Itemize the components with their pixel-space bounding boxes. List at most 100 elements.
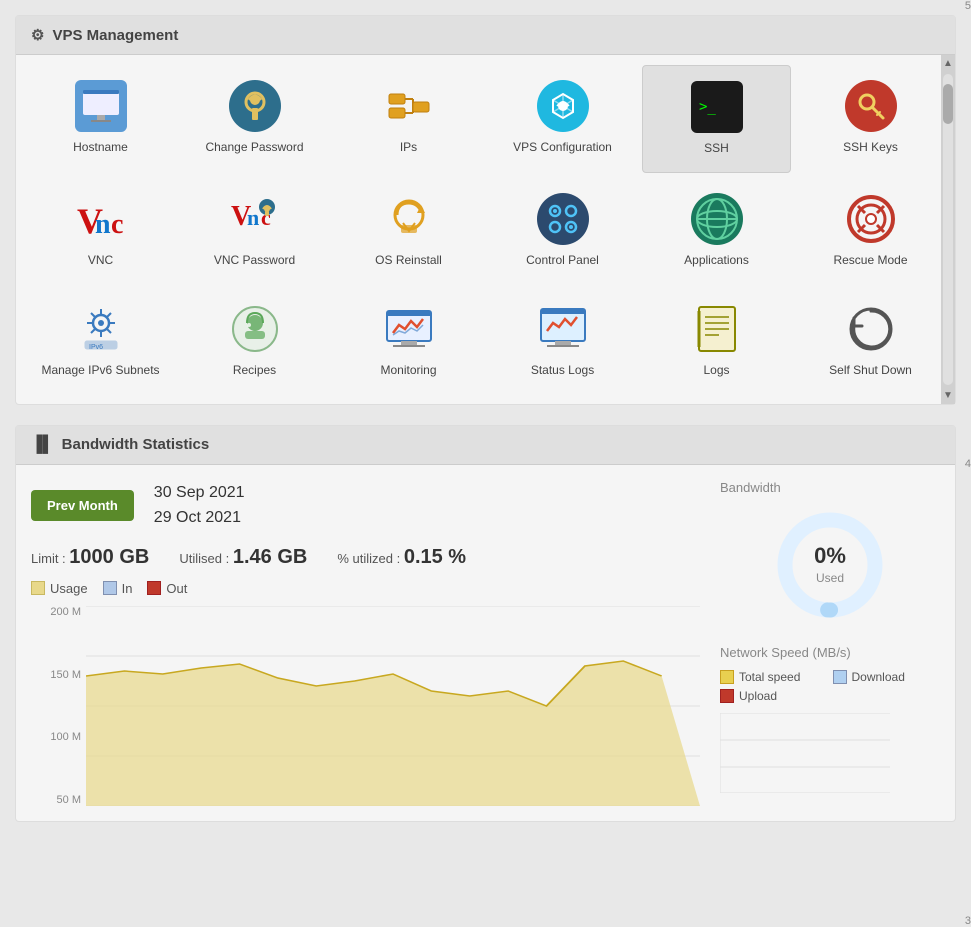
- rescue-mode-label: Rescue Mode: [833, 253, 907, 269]
- date-from: 30 Sep 2021: [154, 480, 245, 506]
- donut-percent: 0%: [814, 543, 846, 569]
- vnc-icon: V n c: [75, 193, 127, 245]
- change-password-label: Change Password: [205, 140, 303, 156]
- stats-row: Limit : 1000 GB Utilised : 1.46 GB % uti…: [31, 546, 700, 569]
- ssh-keys-label: SSH Keys: [843, 140, 898, 156]
- yaxis-150m: 150 M: [31, 669, 86, 681]
- icon-hostname[interactable]: Hostname: [26, 65, 175, 173]
- legend-in-box: [103, 581, 117, 595]
- icon-recipes[interactable]: Recipes: [180, 288, 329, 394]
- date-section: Prev Month 30 Sep 2021 29 Oct 2021: [31, 480, 700, 531]
- speed-chart-container: 5 4 3: [720, 713, 940, 793]
- donut-center: 0% Used: [814, 543, 846, 587]
- hostname-icon: [75, 80, 127, 132]
- svg-text:n: n: [95, 209, 111, 240]
- legend-usage-box: [31, 581, 45, 595]
- legend-in-label: In: [122, 581, 133, 596]
- applications-icon: [691, 193, 743, 245]
- network-legend-download: Download: [833, 670, 941, 684]
- network-legend-total: Total speed: [720, 670, 828, 684]
- speed-chart-svg: [720, 713, 890, 793]
- network-legend: Total speed Download Upload: [720, 670, 940, 703]
- ips-label: IPs: [400, 140, 417, 156]
- legend-in: In: [103, 581, 133, 596]
- total-speed-label: Total speed: [739, 670, 800, 684]
- rescue-mode-icon: [845, 193, 897, 245]
- network-speed-section: Network Speed (MB/s) Total speed Downloa…: [720, 645, 940, 793]
- utilised-value: 1.46 GB: [233, 546, 307, 568]
- svg-text:n: n: [247, 205, 259, 230]
- icon-ssh-keys[interactable]: SSH Keys: [796, 65, 945, 173]
- bandwidth-content: Prev Month 30 Sep 2021 29 Oct 2021 Limit…: [16, 465, 955, 821]
- recipes-label: Recipes: [233, 363, 276, 379]
- icons-grid-container: Hostname Change Password: [16, 55, 955, 404]
- speed-yaxis: 5 4 3: [965, 0, 971, 927]
- logs-label: Logs: [703, 363, 729, 379]
- download-label: Download: [852, 670, 905, 684]
- date-range: 30 Sep 2021 29 Oct 2021: [154, 480, 245, 531]
- limit-label: Limit :: [31, 551, 66, 566]
- donut-used: Used: [816, 571, 844, 585]
- bandwidth-left: Prev Month 30 Sep 2021 29 Oct 2021 Limit…: [31, 480, 700, 806]
- bandwidth-panel: ▐▌ Bandwidth Statistics Prev Month 30 Se…: [15, 425, 956, 822]
- vps-scrollbar[interactable]: ▲ ▼: [941, 55, 955, 404]
- bandwidth-header: ▐▌ Bandwidth Statistics: [16, 426, 955, 465]
- scroll-up-arrow[interactable]: ▲: [940, 55, 955, 72]
- yaxis-50m: 50 M: [31, 794, 86, 806]
- yaxis-100m: 100 M: [31, 731, 86, 743]
- icon-ips[interactable]: IPs: [334, 65, 483, 173]
- scroll-down-arrow[interactable]: ▼: [940, 387, 955, 404]
- ssh-keys-icon: [845, 80, 897, 132]
- control-panel-label: Control Panel: [526, 253, 599, 269]
- legend-out: Out: [147, 581, 187, 596]
- self-shut-down-icon: [845, 303, 897, 355]
- chart-yaxis: 200 M 150 M 100 M 50 M: [31, 606, 86, 806]
- icon-applications[interactable]: Applications: [642, 178, 791, 284]
- upload-legend-box: [720, 689, 734, 703]
- legend-out-box: [147, 581, 161, 595]
- vnc-password-icon: V n c: [229, 193, 281, 245]
- network-legend-upload: Upload: [720, 689, 828, 703]
- date-to: 29 Oct 2021: [154, 505, 245, 531]
- vps-configuration-icon: [537, 80, 589, 132]
- prev-month-button[interactable]: Prev Month: [31, 490, 134, 521]
- svg-text:c: c: [111, 209, 123, 240]
- ssh-label: SSH: [704, 141, 729, 157]
- vnc-label: VNC: [88, 253, 113, 269]
- upload-label: Upload: [739, 689, 777, 703]
- icon-change-password[interactable]: Change Password: [180, 65, 329, 173]
- hostname-label: Hostname: [73, 140, 128, 156]
- gear-icon: ⚙: [31, 26, 44, 44]
- download-legend-box: [833, 670, 847, 684]
- yaxis-200m: 200 M: [31, 606, 86, 618]
- bandwidth-title: Bandwidth Statistics: [62, 436, 210, 453]
- icon-manage-ipv6[interactable]: IPv6 Manage IPv6 Subnets: [26, 288, 175, 394]
- manage-ipv6-icon: IPv6: [75, 303, 127, 355]
- donut-chart: 0% Used: [770, 505, 890, 625]
- icon-vnc-password[interactable]: V n c VNC Password: [180, 178, 329, 284]
- legend-out-label: Out: [166, 581, 187, 596]
- icon-vnc[interactable]: V n c VNC: [26, 178, 175, 284]
- legend-usage: Usage: [31, 581, 88, 596]
- icon-self-shut-down[interactable]: Self Shut Down: [796, 288, 945, 394]
- donut-section: Bandwidth 0% Used: [720, 480, 940, 625]
- icon-monitoring[interactable]: Monitoring: [334, 288, 483, 394]
- percent-label: % utilized :: [337, 551, 400, 566]
- vps-management-panel: ⚙ VPS Management Hostnam: [15, 15, 956, 405]
- ips-icon: [383, 80, 435, 132]
- scroll-thumb[interactable]: [943, 84, 953, 124]
- icons-grid: Hostname Change Password: [16, 55, 955, 404]
- icon-vps-configuration[interactable]: VPS Configuration: [488, 65, 637, 173]
- icon-status-logs[interactable]: Status Logs: [488, 288, 637, 394]
- limit-stat: Limit : 1000 GB: [31, 546, 149, 569]
- vps-management-header: ⚙ VPS Management: [16, 16, 955, 55]
- icon-control-panel[interactable]: Control Panel: [488, 178, 637, 284]
- control-panel-icon: [537, 193, 589, 245]
- icon-logs[interactable]: Logs: [642, 288, 791, 394]
- icon-os-reinstall[interactable]: OS Reinstall: [334, 178, 483, 284]
- icon-rescue-mode[interactable]: Rescue Mode: [796, 178, 945, 284]
- scroll-track: [943, 74, 953, 385]
- donut-label: Bandwidth: [720, 480, 781, 495]
- icon-ssh[interactable]: >_ SSH: [642, 65, 791, 173]
- limit-value: 1000 GB: [69, 546, 149, 568]
